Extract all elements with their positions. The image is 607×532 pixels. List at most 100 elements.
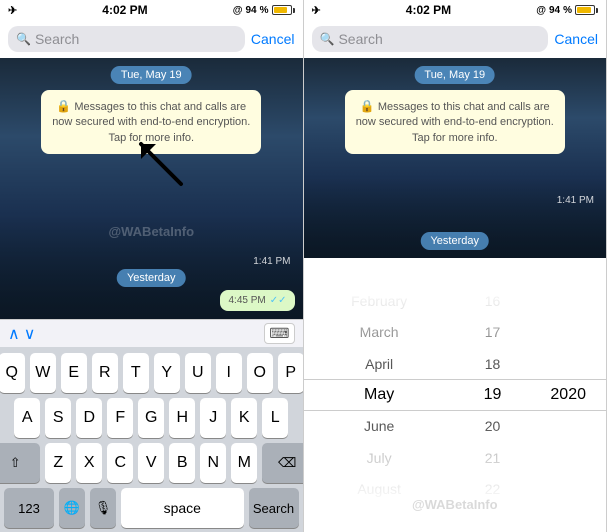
search-key[interactable]: Search — [249, 488, 299, 528]
date-badge-left: Tue, May 19 — [111, 66, 192, 84]
status-right-left: @ 94% — [233, 5, 295, 16]
key-y[interactable]: Y — [154, 353, 180, 393]
picker-year-blank5 — [530, 442, 606, 473]
key-i[interactable]: I — [216, 353, 242, 393]
key-j[interactable]: J — [200, 398, 226, 438]
left-panel: ✈ 4:02 PM @ 94% 🔍 Search Cancel Tue, May… — [0, 0, 304, 532]
globe-key[interactable]: 🌐 — [59, 488, 85, 528]
picker-year-blank6 — [530, 474, 606, 505]
delete-key[interactable]: ⌫ — [262, 443, 303, 483]
arrow-indicator — [131, 134, 191, 199]
search-input-wrap-right[interactable]: 🔍 Search — [312, 26, 549, 52]
key-m[interactable]: M — [231, 443, 257, 483]
signal-icon: @ — [233, 5, 243, 16]
status-bar-right: ✈ 4:02 PM @ 94% — [304, 0, 607, 20]
battery-pct-right: 94 — [549, 5, 560, 16]
picker-month-jun[interactable]: June — [304, 411, 455, 442]
picker-year-blank3 — [530, 348, 606, 379]
key-h[interactable]: H — [169, 398, 195, 438]
search-input-right[interactable]: Search — [338, 31, 382, 47]
signal-icon-right: @ — [536, 5, 546, 16]
status-left-right: ✈ — [312, 4, 321, 17]
chat-area-left: Tue, May 19 🔒 Messages to this chat and … — [0, 58, 303, 319]
chat-area-right: Tue, May 19 🔒 Messages to this chat and … — [304, 58, 607, 258]
picker-month-mar[interactable]: March — [304, 316, 455, 347]
nav-bar: ∧ ∨ ⌨ — [0, 319, 303, 347]
right-panel: ✈ 4:02 PM @ 94% 🔍 Search Cancel Tue, May… — [304, 0, 607, 532]
key-s[interactable]: S — [45, 398, 71, 438]
airplane-icon-right: ✈ — [312, 4, 321, 17]
keyboard: Q W E R T Y U I O P A S D F G H J K L ⇧ … — [0, 347, 303, 532]
status-right-right: @ 94% — [536, 5, 598, 16]
cancel-button-right[interactable]: Cancel — [554, 31, 598, 47]
key-t[interactable]: T — [123, 353, 149, 393]
chat-bg-right — [304, 58, 607, 258]
green-msg-time: 4:45 PM — [228, 295, 265, 306]
search-icon-left: 🔍 — [16, 32, 31, 46]
battery-pct-left: 94 — [245, 5, 256, 16]
space-key[interactable]: space — [121, 488, 244, 528]
date-badge-right: Tue, May 19 — [414, 66, 495, 84]
status-time-right: 4:02 PM — [406, 3, 451, 17]
lock-icon-right: 🔒 — [360, 99, 375, 113]
key-q[interactable]: Q — [0, 353, 25, 393]
key-n[interactable]: N — [200, 443, 226, 483]
keyboard-row-1: Q W E R T Y U I O P — [4, 353, 299, 393]
key-w[interactable]: W — [30, 353, 56, 393]
picker-month-feb[interactable]: February — [304, 285, 455, 316]
key-k[interactable]: K — [231, 398, 257, 438]
status-bar-left: ✈ 4:02 PM @ 94% — [0, 0, 303, 20]
shift-key[interactable]: ⇧ — [0, 443, 40, 483]
keyboard-row-3: ⇧ Z X C V B N M ⌫ — [4, 443, 299, 483]
chevron-up-icon[interactable]: ∧ — [8, 324, 20, 344]
key-b[interactable]: B — [169, 443, 195, 483]
cancel-button-left[interactable]: Cancel — [251, 31, 295, 47]
picker-year-blank4 — [530, 411, 606, 442]
encryption-message-right: 🔒 Messages to this chat and calls are no… — [345, 90, 565, 154]
key-l[interactable]: L — [262, 398, 288, 438]
key-z[interactable]: Z — [45, 443, 71, 483]
lock-icon: 🔒 — [56, 99, 71, 113]
picker-day-21[interactable]: 21 — [455, 442, 531, 473]
keyboard-icon[interactable]: ⌨ — [264, 323, 294, 344]
key-r[interactable]: R — [92, 353, 118, 393]
picker-day-20[interactable]: 20 — [455, 411, 531, 442]
key-x[interactable]: X — [76, 443, 102, 483]
watermark-right: @WABetaInfo — [412, 497, 498, 512]
picker-month-jul[interactable]: July — [304, 442, 455, 473]
battery-icon-left — [272, 5, 295, 15]
mic-key[interactable]: 🎙 — [90, 488, 116, 528]
search-bar-right: 🔍 Search Cancel — [304, 20, 607, 58]
picker-day-16[interactable]: 16 — [455, 285, 531, 316]
search-input-left[interactable]: Search — [35, 31, 79, 47]
battery-icon-right — [575, 5, 598, 15]
status-left: ✈ — [8, 4, 17, 17]
message-time-right: 1:41 PM — [557, 195, 594, 206]
key-p[interactable]: P — [278, 353, 304, 393]
key-f[interactable]: F — [107, 398, 133, 438]
date-picker[interactable]: February March April May June July Augus… — [304, 285, 607, 505]
picker-day-18[interactable]: 18 — [455, 348, 531, 379]
picker-day-17[interactable]: 17 — [455, 316, 531, 347]
key-v[interactable]: V — [138, 443, 164, 483]
message-time: 1:41 PM — [253, 256, 290, 267]
sent-message-bubble: 4:45 PM ✓✓ — [220, 290, 294, 311]
key-c[interactable]: C — [107, 443, 133, 483]
key-d[interactable]: D — [76, 398, 102, 438]
key-u[interactable]: U — [185, 353, 211, 393]
picker-month-apr[interactable]: April — [304, 348, 455, 379]
picker-selection-line — [304, 379, 607, 411]
search-icon-right: 🔍 — [320, 32, 335, 46]
search-input-wrap-left[interactable]: 🔍 Search — [8, 26, 245, 52]
key-a[interactable]: A — [14, 398, 40, 438]
key-g[interactable]: G — [138, 398, 164, 438]
chevron-down-icon[interactable]: ∨ — [24, 324, 36, 344]
yesterday-badge-right: Yesterday — [420, 232, 489, 250]
read-receipt-icon: ✓✓ — [270, 295, 287, 306]
key-e[interactable]: E — [61, 353, 87, 393]
keyboard-bottom-row: 123 🌐 🎙 space Search — [4, 488, 299, 528]
keyboard-row-2: A S D F G H J K L — [4, 398, 299, 438]
key-o[interactable]: O — [247, 353, 273, 393]
airplane-icon: ✈ — [8, 4, 17, 17]
numbers-key[interactable]: 123 — [4, 488, 54, 528]
